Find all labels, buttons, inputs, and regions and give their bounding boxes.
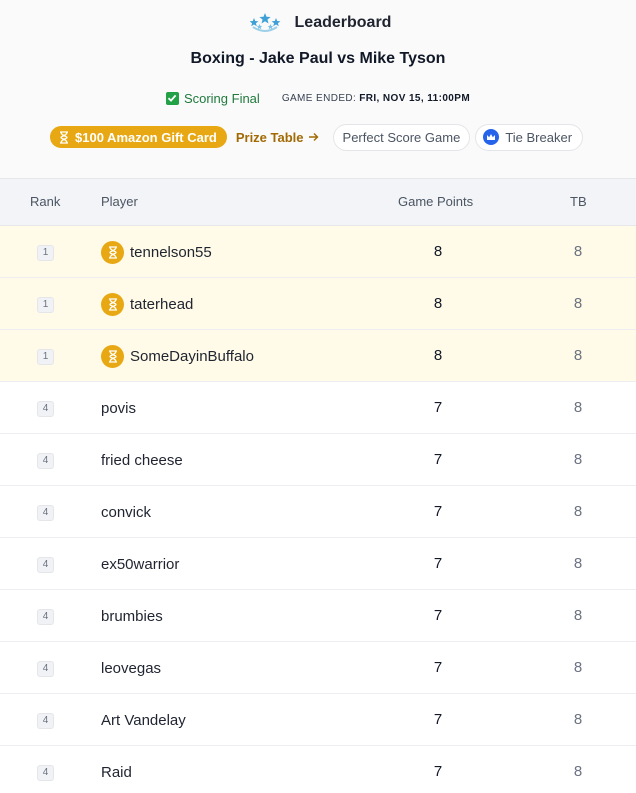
tie-breaker-value: 8 bbox=[573, 711, 583, 728]
player-name: taterhead bbox=[130, 295, 194, 313]
player-cell: Raid bbox=[101, 746, 132, 793]
crown-icon bbox=[483, 129, 500, 145]
game-ended-date: FRI, NOV 15, 11:00PM bbox=[359, 92, 471, 104]
player-cell: SomeDayinBuffalo bbox=[101, 330, 254, 382]
tie-breaker-value: 8 bbox=[573, 243, 583, 260]
table-row[interactable]: 4 brumbies 7 8 bbox=[0, 590, 636, 642]
player-name: SomeDayinBuffalo bbox=[130, 347, 254, 365]
player-cell: Art Vandelay bbox=[101, 694, 186, 746]
game-points: 8 bbox=[433, 243, 443, 260]
player-cell: tennelson55 bbox=[101, 226, 212, 278]
perfect-score-chip[interactable]: Perfect Score Game bbox=[332, 123, 471, 151]
table-row[interactable]: 4 Raid 7 8 bbox=[0, 746, 636, 793]
tie-breaker-value: 8 bbox=[573, 347, 583, 364]
prize-pill[interactable]: $100 Amazon Gift Card bbox=[50, 126, 227, 148]
perfect-score-chip-label: Perfect Score Game bbox=[342, 129, 461, 145]
game-points: 7 bbox=[433, 711, 443, 728]
tie-breaker-value: 8 bbox=[573, 763, 583, 780]
rank-badge: 4 bbox=[37, 505, 54, 521]
prize-chip-row: $100 Amazon Gift Card Prize Table Perfec… bbox=[50, 123, 584, 151]
rank-badge: 4 bbox=[37, 609, 54, 625]
table-row[interactable]: 4 ex50warrior 7 8 bbox=[0, 538, 636, 590]
page-title: Leaderboard bbox=[294, 14, 392, 31]
tie-breaker-chip-label: Tie Breaker bbox=[505, 129, 573, 145]
rank-badge: 4 bbox=[37, 765, 54, 781]
hourglass-icon bbox=[101, 344, 124, 368]
player-cell: ex50warrior bbox=[101, 538, 179, 590]
rank-badge: 1 bbox=[37, 349, 54, 365]
game-points: 7 bbox=[433, 555, 443, 572]
table-row[interactable]: 1 SomeDayinBuffalo 8 8 bbox=[0, 330, 636, 382]
hourglass-icon bbox=[101, 292, 124, 316]
rank-badge: 4 bbox=[37, 661, 54, 677]
game-points: 7 bbox=[433, 503, 443, 520]
player-name: leovegas bbox=[101, 659, 162, 677]
player-cell: taterhead bbox=[101, 278, 193, 330]
rank-badge: 4 bbox=[37, 713, 54, 729]
rank-badge: 1 bbox=[37, 245, 54, 261]
tie-breaker-value: 8 bbox=[573, 607, 583, 624]
table-row[interactable]: 4 Art Vandelay 7 8 bbox=[0, 694, 636, 746]
column-header-tb[interactable]: TB bbox=[570, 179, 587, 225]
game-ended-label: GAME ENDED: bbox=[281, 92, 357, 104]
game-points: 7 bbox=[433, 659, 443, 676]
player-cell: povis bbox=[101, 382, 136, 434]
game-points: 7 bbox=[433, 451, 443, 468]
game-points: 7 bbox=[433, 607, 443, 624]
player-name: ex50warrior bbox=[101, 555, 180, 573]
game-points: 7 bbox=[433, 399, 443, 416]
table-row[interactable]: 4 convick 7 8 bbox=[0, 486, 636, 538]
game-ended: GAME ENDED: FRI, NOV 15, 11:00PM bbox=[282, 93, 470, 104]
table-row[interactable]: 4 povis 7 8 bbox=[0, 382, 636, 434]
rank-badge: 4 bbox=[37, 401, 54, 417]
arrow-right-icon bbox=[308, 133, 319, 141]
column-header-rank[interactable]: Rank bbox=[30, 179, 60, 225]
player-name: brumbies bbox=[101, 607, 163, 625]
rank-badge: 4 bbox=[37, 557, 54, 573]
player-cell: convick bbox=[101, 486, 151, 538]
player-name: Raid bbox=[101, 763, 132, 781]
tie-breaker-value: 8 bbox=[573, 659, 583, 676]
rank-badge: 1 bbox=[37, 297, 54, 313]
stars-icon bbox=[249, 13, 280, 32]
column-header-player[interactable]: Player bbox=[101, 179, 138, 225]
tie-breaker-value: 8 bbox=[573, 555, 583, 572]
prize-table-link[interactable]: Prize Table bbox=[236, 130, 319, 145]
table-row[interactable]: 4 fried cheese 7 8 bbox=[0, 434, 636, 486]
tie-breaker-value: 8 bbox=[573, 451, 583, 468]
game-status-row: Scoring Final GAME ENDED: FRI, NOV 15, 11… bbox=[0, 90, 636, 106]
tie-breaker-value: 8 bbox=[573, 399, 583, 416]
player-name: tennelson55 bbox=[130, 243, 212, 261]
leaderboard-table: 1 tennelson55 8 8 1 taterhead 8 8 1 Some… bbox=[0, 226, 636, 793]
table-header: Rank Player Game Points TB bbox=[0, 178, 636, 226]
game-points: 7 bbox=[433, 763, 443, 780]
player-name: povis bbox=[101, 399, 137, 417]
leaderboard-header: Leaderboard Boxing - Jake Paul vs Mike T… bbox=[0, 0, 636, 178]
check-icon bbox=[165, 91, 179, 105]
prize-pill-label: $100 Amazon Gift Card bbox=[75, 129, 217, 145]
rank-badge: 4 bbox=[37, 453, 54, 469]
scoring-status-text: Scoring Final bbox=[183, 90, 260, 106]
game-points: 8 bbox=[433, 295, 443, 312]
player-cell: leovegas bbox=[101, 642, 161, 694]
prize-table-link-label: Prize Table bbox=[235, 129, 304, 145]
tie-breaker-value: 8 bbox=[573, 503, 583, 520]
game-title: Boxing - Jake Paul vs Mike Tyson bbox=[190, 50, 446, 67]
hourglass-icon bbox=[101, 240, 124, 264]
brand-bar: Leaderboard bbox=[0, 10, 636, 36]
player-cell: brumbies bbox=[101, 590, 163, 642]
table-row[interactable]: 4 leovegas 7 8 bbox=[0, 642, 636, 694]
player-name: fried cheese bbox=[101, 451, 183, 469]
player-name: convick bbox=[101, 503, 152, 521]
table-row[interactable]: 1 taterhead 8 8 bbox=[0, 278, 636, 330]
tie-breaker-chip[interactable]: Tie Breaker bbox=[475, 123, 584, 151]
table-row[interactable]: 1 tennelson55 8 8 bbox=[0, 226, 636, 278]
game-points: 8 bbox=[433, 347, 443, 364]
column-header-points[interactable]: Game Points bbox=[398, 179, 473, 225]
player-name: Art Vandelay bbox=[101, 711, 186, 729]
tie-breaker-value: 8 bbox=[573, 295, 583, 312]
player-cell: fried cheese bbox=[101, 434, 183, 486]
hourglass-icon bbox=[60, 130, 68, 144]
scoring-status: Scoring Final bbox=[165, 90, 260, 106]
